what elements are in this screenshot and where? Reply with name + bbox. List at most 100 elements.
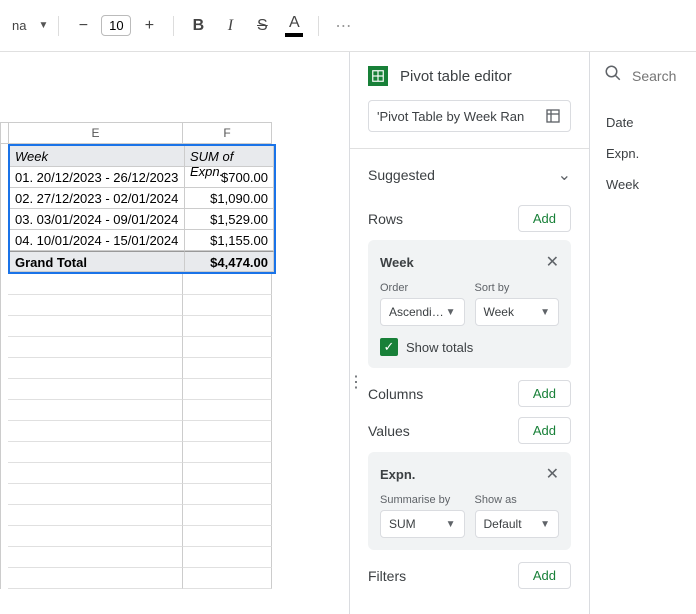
show-totals-label: Show totals [406, 340, 473, 355]
gutter [0, 122, 8, 144]
chevron-down-icon: ▼ [446, 519, 456, 530]
strikethrough-button[interactable]: S [248, 12, 276, 40]
header-cell[interactable]: Week [10, 146, 185, 167]
empty-cell[interactable] [183, 400, 272, 421]
empty-cell[interactable] [183, 358, 272, 379]
empty-cell[interactable] [183, 274, 272, 295]
field-item-expn[interactable]: Expn. [604, 138, 682, 169]
empty-cell[interactable] [183, 421, 272, 442]
order-select[interactable]: Ascendi… ▼ [380, 298, 465, 326]
empty-cell[interactable] [183, 379, 272, 400]
empty-cell[interactable] [8, 484, 183, 505]
suggested-label: Suggested [368, 167, 435, 183]
font-size-input[interactable]: 10 [101, 15, 131, 36]
cell[interactable]: $1,529.00 [185, 209, 274, 230]
add-row-button[interactable]: Add [518, 205, 571, 232]
cell[interactable]: 03. 03/01/2024 - 09/01/2024 [10, 209, 185, 230]
column-header-e[interactable]: E [8, 122, 183, 144]
empty-cell[interactable] [8, 421, 183, 442]
card-header: Week ✕ [380, 252, 559, 272]
pivot-editor-panel: ⋮ Pivot table editor 'Pivot Table by Wee… [350, 52, 590, 614]
empty-cell[interactable] [8, 568, 183, 589]
showas-select[interactable]: Default ▼ [475, 510, 560, 538]
total-label-cell[interactable]: Grand Total [10, 251, 185, 272]
sortby-select[interactable]: Week ▼ [475, 298, 560, 326]
search-input[interactable] [632, 68, 682, 84]
rows-section-header: Rows Add [368, 205, 571, 232]
order-label: Order [380, 282, 465, 294]
table-row: 01. 20/12/2023 - 26/12/2023 $700.00 [10, 167, 274, 188]
empty-cell[interactable] [183, 337, 272, 358]
pivot-wrap: Week SUM of Expn. 01. 20/12/2023 - 26/12… [0, 144, 329, 274]
empty-cell[interactable] [8, 547, 183, 568]
summarise-label: Summarise by [380, 494, 465, 506]
cell[interactable]: 01. 20/12/2023 - 26/12/2023 [10, 167, 185, 188]
header-cell[interactable]: SUM of Expn. [185, 146, 274, 167]
bold-button[interactable]: B [184, 12, 212, 40]
editor-header: Pivot table editor [350, 52, 589, 100]
cell[interactable]: 04. 10/01/2024 - 15/01/2024 [10, 230, 185, 251]
empty-cell[interactable] [8, 526, 183, 547]
cell[interactable]: 02. 27/12/2023 - 02/01/2024 [10, 188, 185, 209]
add-column-button[interactable]: Add [518, 380, 571, 407]
divider [350, 148, 589, 149]
gutter [0, 274, 8, 589]
font-name-partial[interactable]: na [6, 18, 32, 33]
text-color-button[interactable]: A [280, 12, 308, 40]
empty-cell[interactable] [183, 295, 272, 316]
empty-cell[interactable] [183, 568, 272, 589]
gutter [0, 144, 8, 274]
remove-value-field-button[interactable]: ✕ [546, 464, 559, 484]
empty-cell[interactable] [183, 505, 272, 526]
italic-button[interactable]: I [216, 12, 244, 40]
remove-row-field-button[interactable]: ✕ [546, 252, 559, 272]
empty-cell[interactable] [8, 358, 183, 379]
empty-cell[interactable] [8, 295, 183, 316]
decrease-font-button[interactable]: − [69, 12, 97, 40]
pivot-table[interactable]: Week SUM of Expn. 01. 20/12/2023 - 26/12… [8, 144, 276, 274]
cell[interactable]: $1,155.00 [185, 230, 274, 251]
empty-cell[interactable] [8, 379, 183, 400]
add-value-button[interactable]: Add [518, 417, 571, 444]
more-tools-icon[interactable]: ⋯ [329, 12, 357, 40]
empty-cell[interactable] [8, 274, 183, 295]
empty-cell[interactable] [183, 547, 272, 568]
chevron-down-icon[interactable]: ⌄ [558, 165, 571, 185]
showas-value: Default [484, 517, 522, 531]
empty-cell[interactable] [8, 400, 183, 421]
suggested-section[interactable]: Suggested ⌄ [368, 155, 571, 195]
increase-font-button[interactable]: + [135, 12, 163, 40]
empty-cell[interactable] [183, 463, 272, 484]
search-icon[interactable] [604, 64, 622, 87]
column-headers: E F [0, 122, 329, 144]
show-totals-checkbox[interactable]: ✓ [380, 338, 398, 356]
field-search-panel: Date Expn. Week [590, 52, 696, 614]
empty-cell[interactable] [8, 505, 183, 526]
select-range-icon[interactable] [544, 107, 562, 125]
empty-cell[interactable] [8, 442, 183, 463]
column-header-f[interactable]: F [183, 122, 272, 144]
empty-cell[interactable] [8, 463, 183, 484]
empty-cell[interactable] [183, 442, 272, 463]
search-row [604, 64, 682, 87]
summarise-select[interactable]: SUM ▼ [380, 510, 465, 538]
empty-cell[interactable] [183, 526, 272, 547]
empty-cell[interactable] [8, 316, 183, 337]
empty-cell[interactable] [183, 484, 272, 505]
empty-cell[interactable] [183, 316, 272, 337]
empty-cell[interactable] [8, 337, 183, 358]
add-filter-button[interactable]: Add [518, 562, 571, 589]
cell[interactable]: $1,090.00 [185, 188, 274, 209]
drag-handle-icon[interactable]: ⋮ [348, 372, 364, 392]
order-value: Ascendi… [389, 305, 444, 319]
total-value-cell[interactable]: $4,474.00 [185, 251, 274, 272]
source-range-input[interactable]: 'Pivot Table by Week Ran [368, 100, 571, 132]
cell[interactable]: $700.00 [185, 167, 274, 188]
field-item-week[interactable]: Week [604, 169, 682, 200]
columns-section-header: Columns Add [368, 380, 571, 407]
table-row: 03. 03/01/2024 - 09/01/2024 $1,529.00 [10, 209, 274, 230]
font-dropdown-caret[interactable]: ▼ [38, 20, 48, 31]
pivot-total-row: Grand Total $4,474.00 [10, 251, 274, 272]
field-item-date[interactable]: Date [604, 107, 682, 138]
show-totals-row[interactable]: ✓ Show totals [380, 338, 559, 356]
